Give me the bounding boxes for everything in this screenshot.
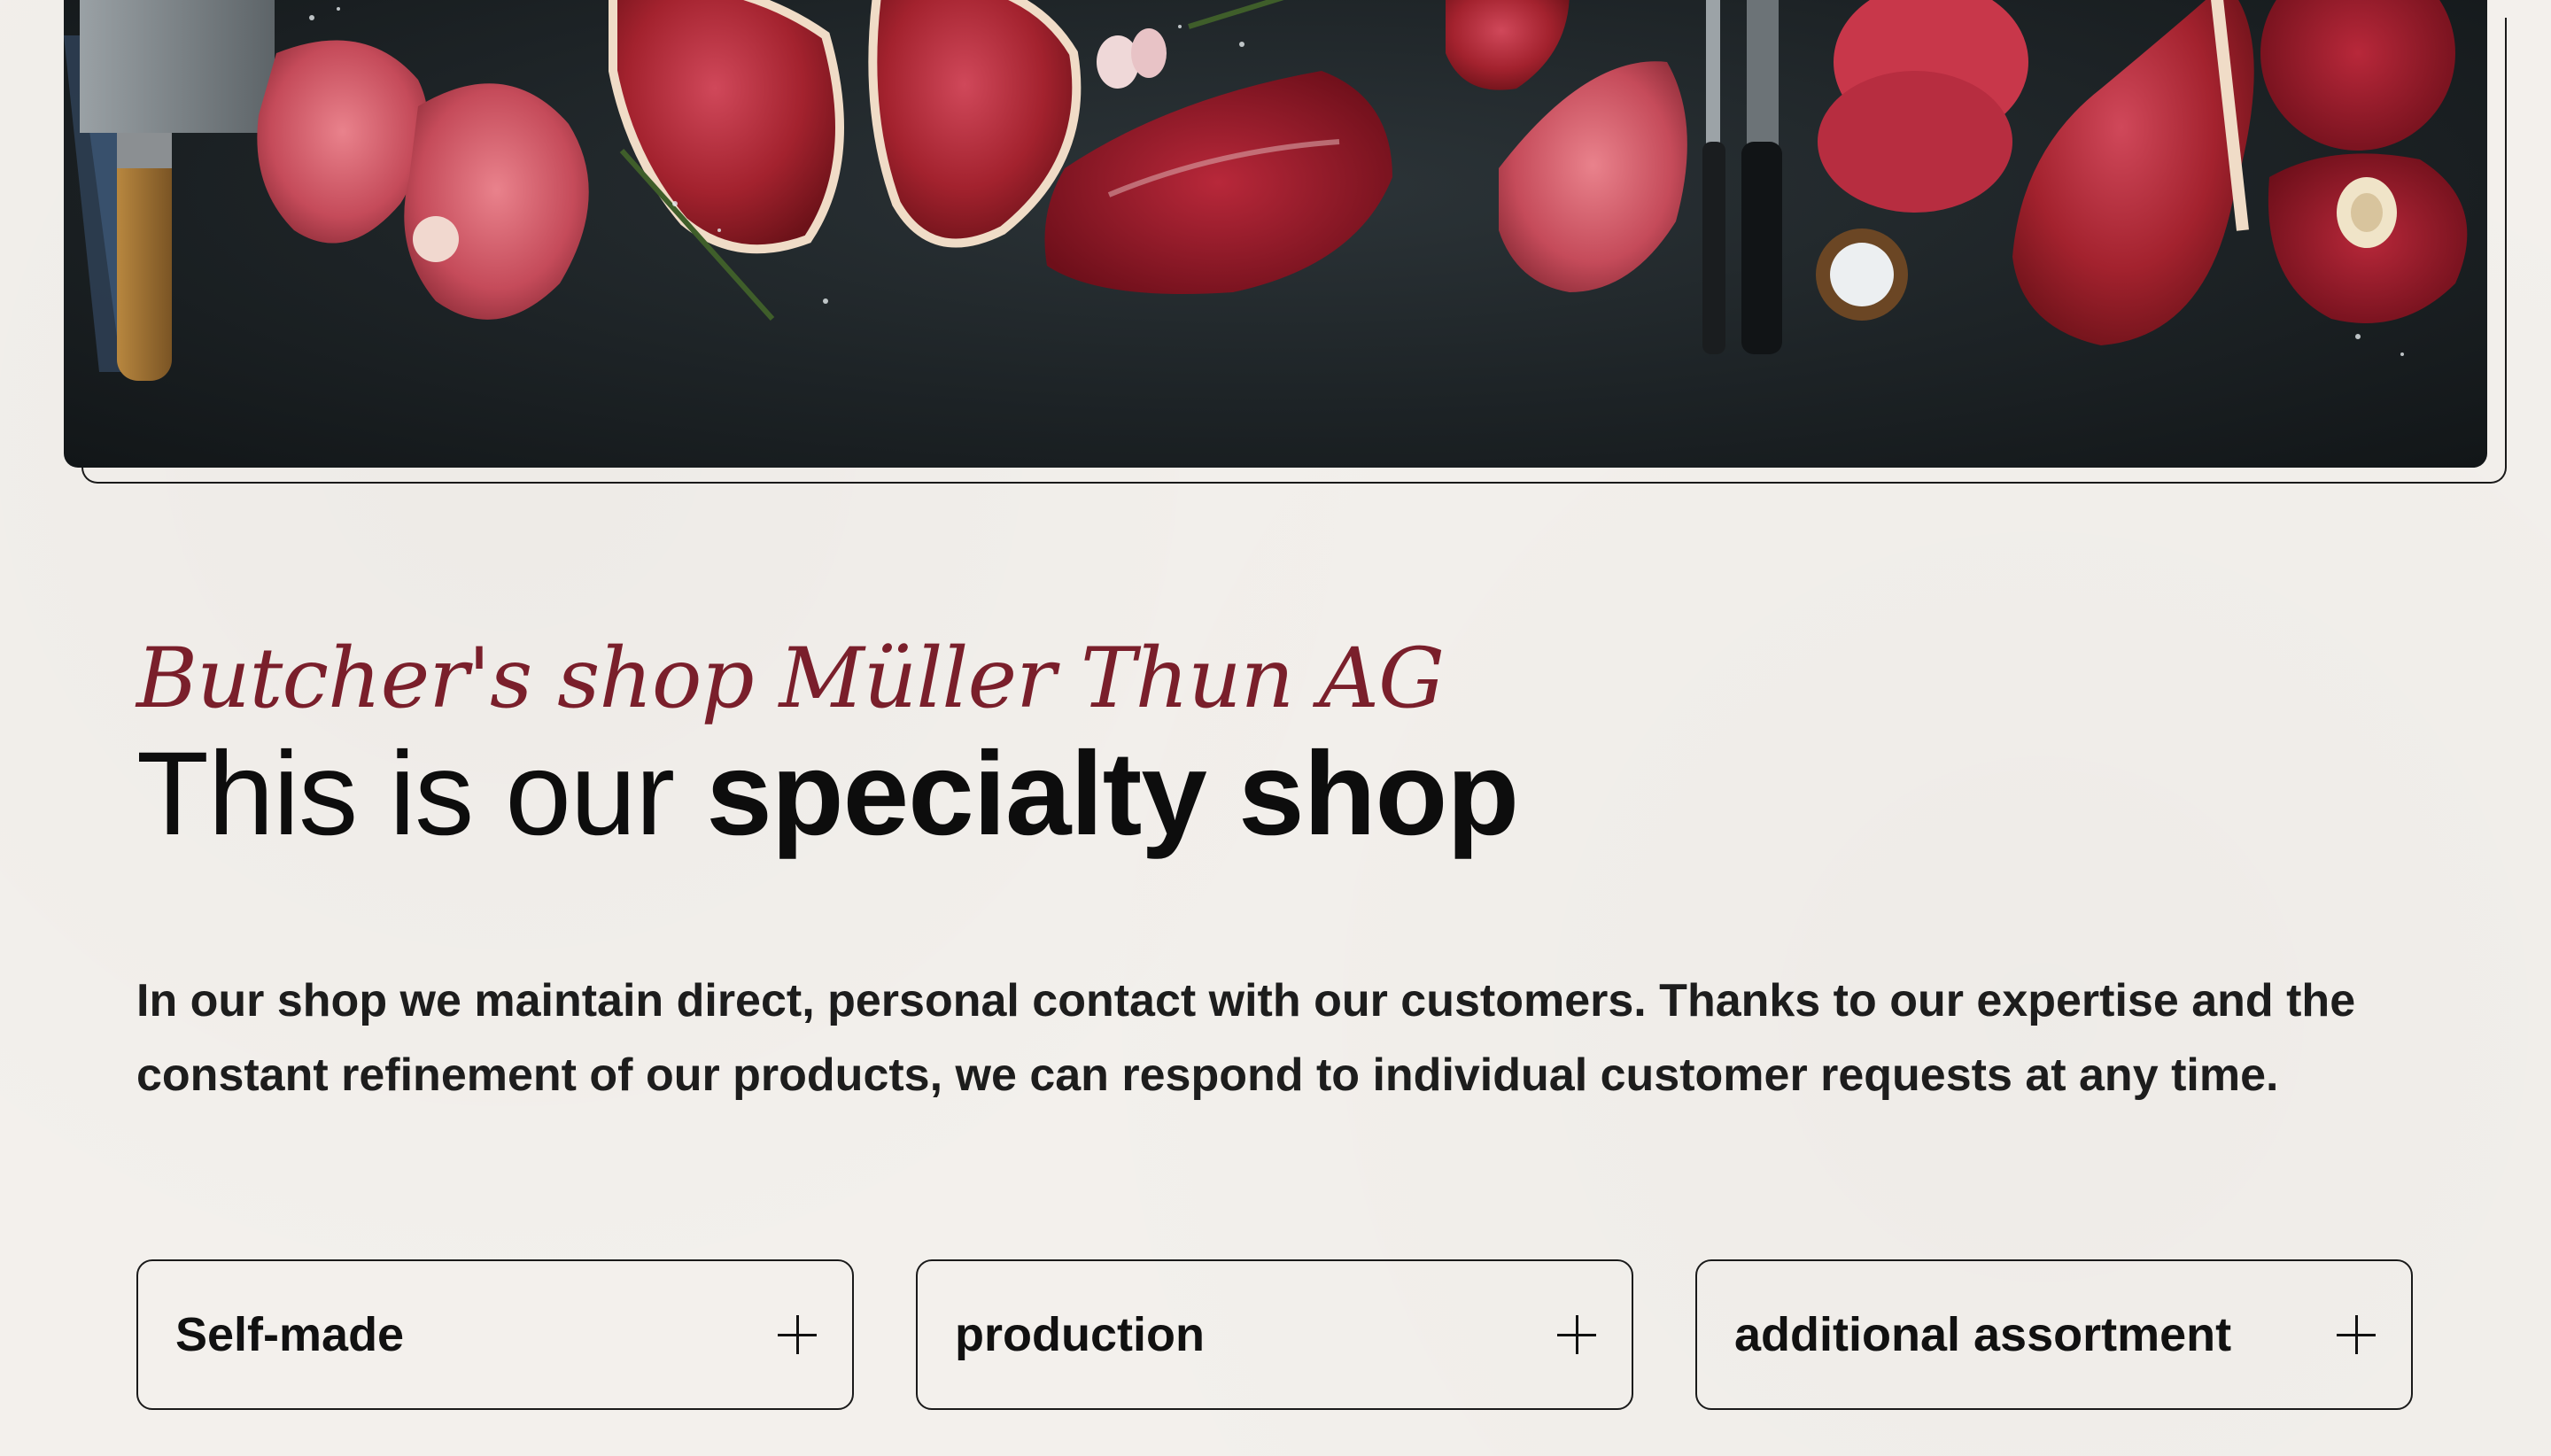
plus-icon (778, 1315, 817, 1354)
intro-paragraph: In our shop we maintain direct, personal… (136, 975, 2356, 1101)
shop-name-eyebrow: Butcher's shop Müller Thun AG (136, 631, 1445, 727)
accordion-label: additional assortment (1734, 1308, 2232, 1361)
headline-bold-text: specialty shop (706, 728, 1519, 860)
plus-icon (2337, 1315, 2376, 1354)
hero-section (64, 0, 2507, 485)
accordion-additional-assortment[interactable]: additional assortment (1695, 1259, 2413, 1410)
plus-icon (1557, 1315, 1596, 1354)
accordion-label: production (955, 1308, 1205, 1361)
accordion-production[interactable]: production (916, 1259, 1633, 1410)
hero-image (64, 0, 2487, 468)
accordion-label: Self-made (175, 1308, 405, 1361)
accordion-self-made[interactable]: Self-made (136, 1259, 854, 1410)
page-headline: This is our specialty shop (136, 735, 1519, 854)
headline-light-text: This is our (136, 728, 707, 860)
